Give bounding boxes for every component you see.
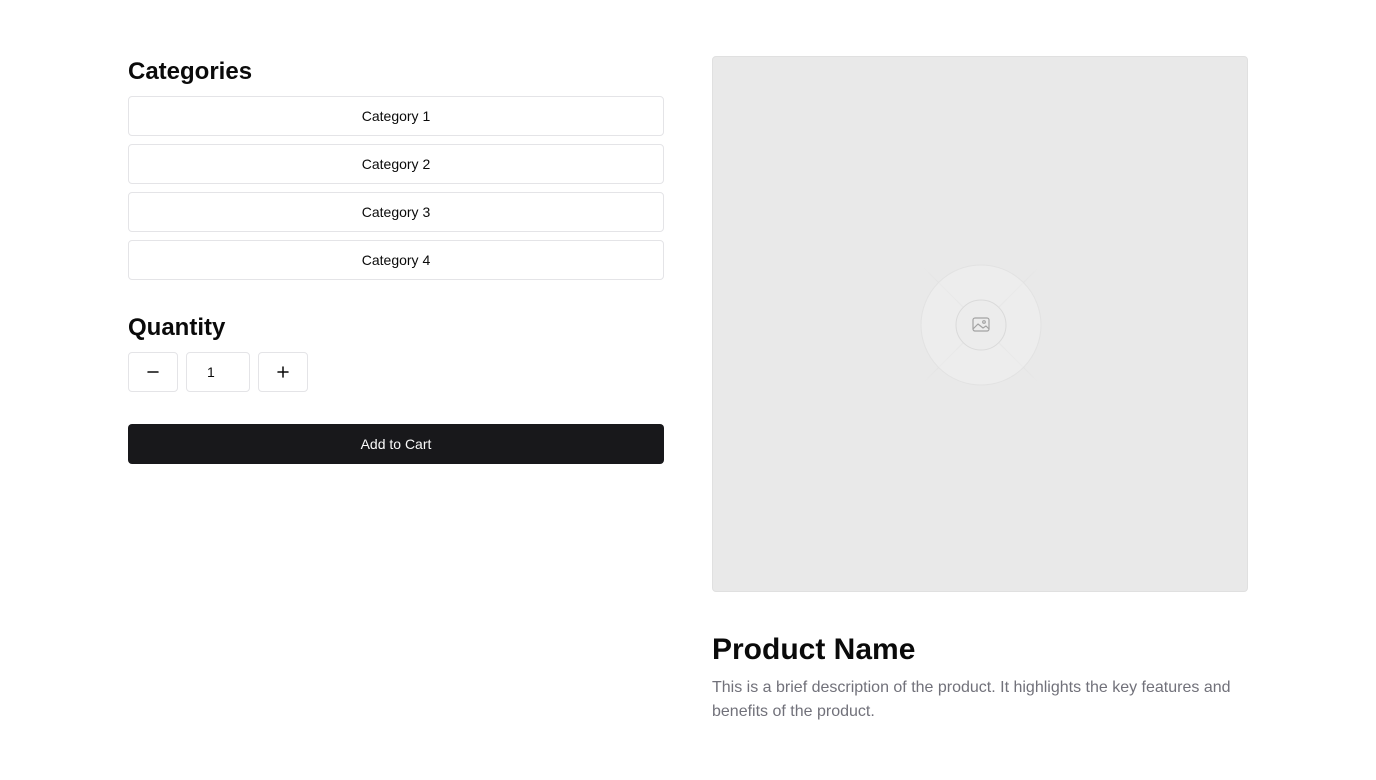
quantity-input[interactable] [186,352,250,392]
category-button-3[interactable]: Category 3 [128,192,664,232]
image-placeholder-icon [898,242,1064,408]
product-page: Categories Category 1 Category 2 Categor… [0,0,1376,780]
minus-icon [147,371,159,373]
category-button-1[interactable]: Category 1 [128,96,664,136]
product-description: This is a brief description of the produ… [712,679,1231,720]
category-button-4[interactable]: Category 4 [128,240,664,280]
categories-heading: Categories [128,58,253,85]
quantity-heading: Quantity [128,314,226,341]
add-to-cart-button[interactable]: Add to Cart [128,424,664,464]
plus-icon [277,366,289,378]
increment-button[interactable] [258,352,308,392]
product-name: Product Name [712,633,916,666]
quantity-stepper [128,352,664,392]
product-details-panel: Product Name This is a brief description… [712,56,1248,724]
decrement-button[interactable] [128,352,178,392]
product-image [712,56,1248,592]
category-button-2[interactable]: Category 2 [128,144,664,184]
category-list: Category 1 Category 2 Category 3 Categor… [128,96,664,280]
product-options-panel: Categories Category 1 Category 2 Categor… [128,56,664,464]
